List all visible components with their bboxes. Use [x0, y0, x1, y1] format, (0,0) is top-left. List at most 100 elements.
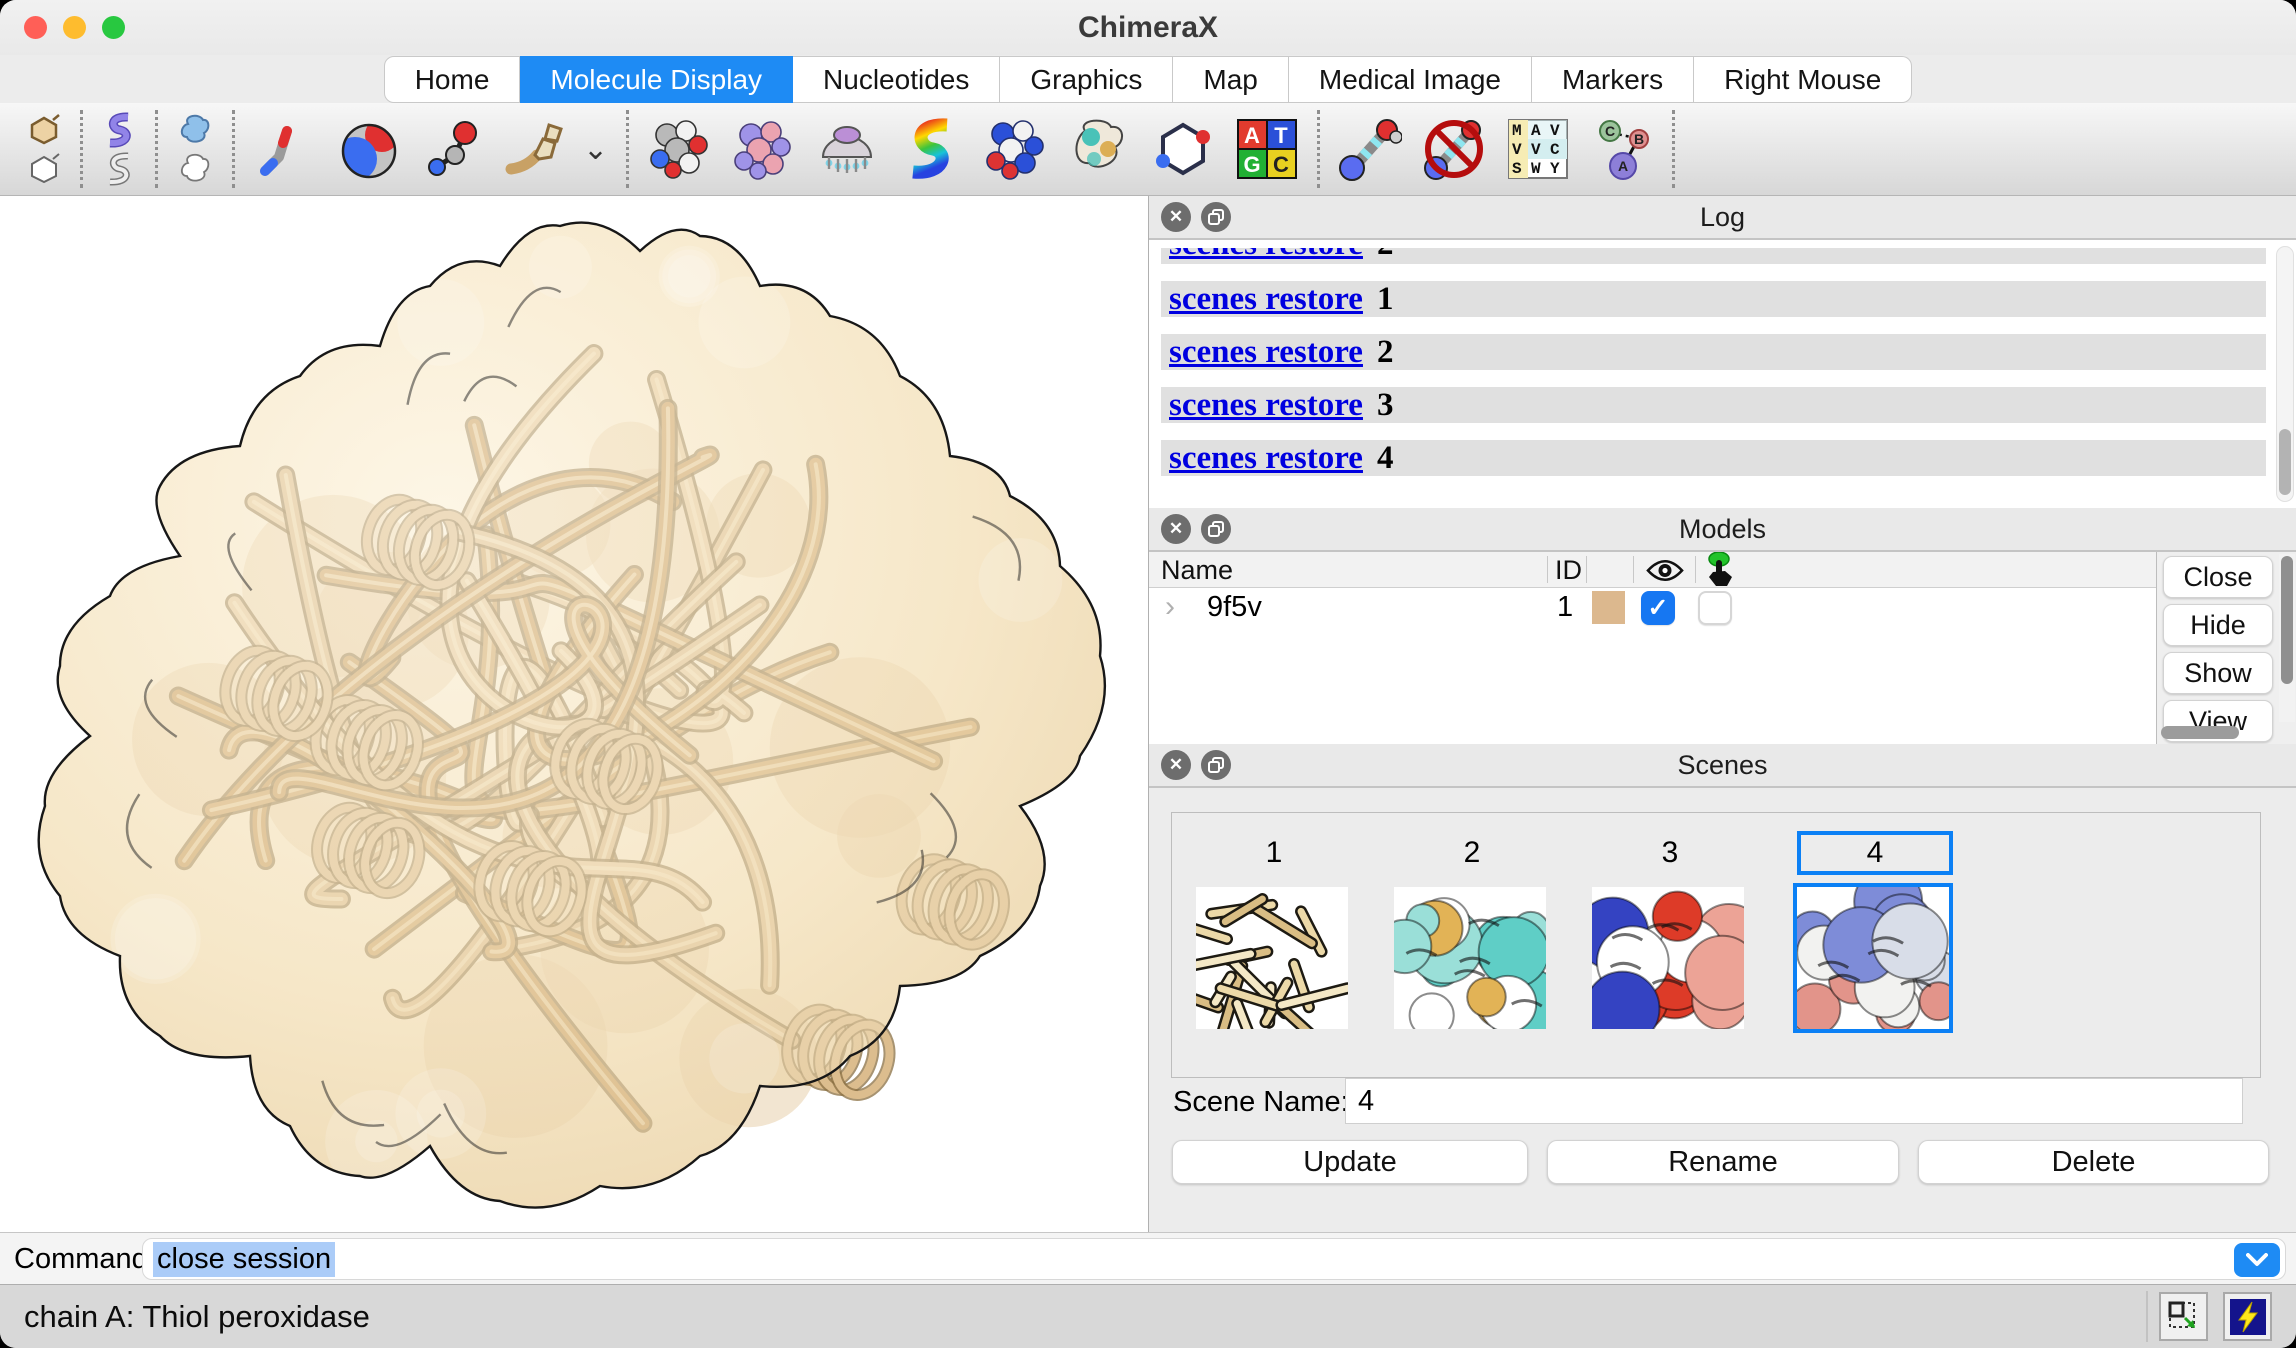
svg-text:B: B	[1634, 131, 1644, 147]
close-window-icon[interactable]	[24, 16, 47, 39]
scene-thumbnail-4[interactable]	[1797, 887, 1949, 1029]
hide-surfaces-icon[interactable]	[176, 151, 214, 187]
scenes-close-icon[interactable]: ✕	[1161, 750, 1191, 780]
sphere-style-icon[interactable]	[337, 117, 401, 181]
fast-mode-button[interactable]	[2223, 1292, 2272, 1341]
model-show-button[interactable]: Show	[2163, 652, 2273, 694]
graphics-viewport[interactable]	[0, 196, 1148, 1232]
models-panel-title: Models	[1149, 514, 2296, 545]
color-hydrophobicity-icon[interactable]	[1067, 117, 1131, 181]
scene-thumbnail-3[interactable]	[1592, 887, 1744, 1029]
tab-home[interactable]: Home	[384, 56, 521, 103]
scene-name-label: Scene Name:	[1173, 1086, 1349, 1119]
hide-cartoons-icon[interactable]	[101, 151, 137, 187]
hide-atoms-icon[interactable]	[26, 151, 62, 187]
svg-text:A: A	[1531, 122, 1541, 140]
tab-molecule-display[interactable]: Molecule Display	[520, 56, 793, 103]
color-electrostatic-icon[interactable]	[983, 117, 1047, 181]
log-scrollbar[interactable]	[2276, 246, 2294, 502]
show-hbonds-icon[interactable]	[1338, 117, 1402, 181]
log-entry: scenes restore4	[1161, 440, 2266, 476]
tab-graphics[interactable]: Graphics	[1000, 56, 1173, 103]
window-controls	[24, 16, 125, 39]
hide-hbonds-icon[interactable]	[1422, 117, 1486, 181]
model-hide-button[interactable]: Hide	[2163, 604, 2273, 646]
tab-map[interactable]: Map	[1173, 56, 1288, 103]
chimerax-window: ChimeraX Home Molecule Display Nucleotid…	[0, 0, 2296, 1348]
select-column-hand-icon	[1705, 552, 1735, 588]
models-vertical-scrollbar[interactable]	[2279, 554, 2295, 722]
color-heteroatom-icon[interactable]	[647, 117, 711, 181]
log-command-link[interactable]: scenes restore	[1169, 248, 1363, 263]
toolbar-tab-bar: Home Molecule Display Nucleotides Graphi…	[0, 55, 2296, 103]
scene-thumbnail-2[interactable]	[1394, 887, 1546, 1029]
svg-text:C: C	[1273, 152, 1289, 177]
svg-text:A: A	[1618, 158, 1628, 174]
command-bar: Command: close session	[0, 1232, 2296, 1284]
nucleotides-style-icon[interactable]	[505, 117, 569, 181]
chevron-down-icon	[2246, 1253, 2268, 1267]
log-close-icon[interactable]: ✕	[1161, 202, 1191, 232]
log-command-link[interactable]: scenes restore	[1169, 334, 1363, 370]
zoom-window-icon[interactable]	[102, 16, 125, 39]
shown-column-eye-icon	[1645, 557, 1685, 584]
color-rainbow-icon[interactable]	[899, 117, 963, 181]
color-by-chain-icon[interactable]	[731, 117, 795, 181]
show-atoms-icon[interactable]	[26, 112, 62, 148]
window-title: ChimeraX	[1078, 11, 1218, 45]
model-row-9f5v[interactable]: › 9f5v 1 ✓	[1149, 588, 2156, 628]
tab-markers[interactable]: Markers	[1532, 56, 1694, 103]
log-command-link[interactable]: scenes restore	[1169, 387, 1363, 423]
log-command-link[interactable]: scenes restore	[1169, 281, 1363, 317]
show-cartoons-icon[interactable]	[101, 112, 137, 148]
svg-text:V: V	[1512, 141, 1522, 159]
scenes-panel: ✕ Scenes 1 2 3 4 Scene Name: Update Rena…	[1149, 744, 2296, 1232]
scene-rename-button[interactable]: Rename	[1547, 1140, 1899, 1184]
contacts-icon[interactable]: CBA	[1590, 117, 1654, 181]
command-history-dropdown[interactable]	[2234, 1243, 2280, 1277]
svg-text:V: V	[1531, 141, 1541, 159]
color-by-polymer-icon[interactable]	[815, 117, 879, 181]
models-undock-icon[interactable]	[1201, 514, 1231, 544]
show-surfaces-icon[interactable]	[176, 112, 214, 148]
ball-and-stick-style-icon[interactable]	[421, 117, 485, 181]
scenes-gallery: 1 2 3 4	[1171, 812, 2261, 1078]
column-name: Name	[1161, 555, 1233, 586]
model-close-button[interactable]: Close	[2163, 556, 2273, 598]
resize-graphics-button[interactable]	[2159, 1292, 2208, 1341]
model-selected-checkbox[interactable]	[1698, 591, 1732, 625]
command-input[interactable]: close session	[142, 1238, 2286, 1280]
log-command-link[interactable]: scenes restore	[1169, 440, 1363, 476]
model-color-swatch[interactable]	[1592, 591, 1625, 624]
svg-text:T: T	[1274, 123, 1288, 148]
status-bar: chain A: Thiol peroxidase	[0, 1284, 2296, 1348]
scene-delete-button[interactable]: Delete	[1918, 1140, 2269, 1184]
models-close-icon[interactable]: ✕	[1161, 514, 1191, 544]
minimize-window-icon[interactable]	[63, 16, 86, 39]
models-horizontal-scrollbar[interactable]	[2161, 726, 2239, 739]
svg-text:Y: Y	[1550, 160, 1560, 178]
nucleotides-dropdown-chevron-icon[interactable]: ⌄	[583, 132, 608, 167]
scene-name-input[interactable]	[1345, 1078, 2243, 1124]
svg-text:V: V	[1550, 122, 1560, 140]
protein-structure	[0, 196, 1148, 1232]
color-custom-icon[interactable]	[1151, 117, 1215, 181]
scenes-undock-icon[interactable]	[1201, 750, 1231, 780]
model-id: 1	[1557, 591, 1573, 624]
scene-thumbnail-1[interactable]	[1196, 887, 1348, 1029]
stick-style-icon[interactable]	[253, 117, 317, 181]
svg-text:A: A	[1244, 123, 1260, 148]
models-panel: ✕ Models Name ID	[1149, 508, 2296, 744]
tab-right-mouse[interactable]: Right Mouse	[1694, 56, 1912, 103]
log-entry: scenes restore1	[1161, 281, 2266, 317]
expand-chevron-icon[interactable]: ›	[1165, 590, 1175, 624]
column-id: ID	[1555, 555, 1582, 586]
scene-update-button[interactable]: Update	[1172, 1140, 1528, 1184]
model-shown-checkbox[interactable]: ✓	[1641, 591, 1675, 625]
tab-medical-image[interactable]: Medical Image	[1289, 56, 1532, 103]
tab-nucleotides[interactable]: Nucleotides	[793, 56, 1000, 103]
sequence-viewer-icon[interactable]: MAVVVCSWY	[1506, 117, 1570, 181]
log-entry: scenes restore2	[1161, 334, 2266, 370]
nucleotide-letters-icon[interactable]: ATGC	[1235, 117, 1299, 181]
log-undock-icon[interactable]	[1201, 202, 1231, 232]
